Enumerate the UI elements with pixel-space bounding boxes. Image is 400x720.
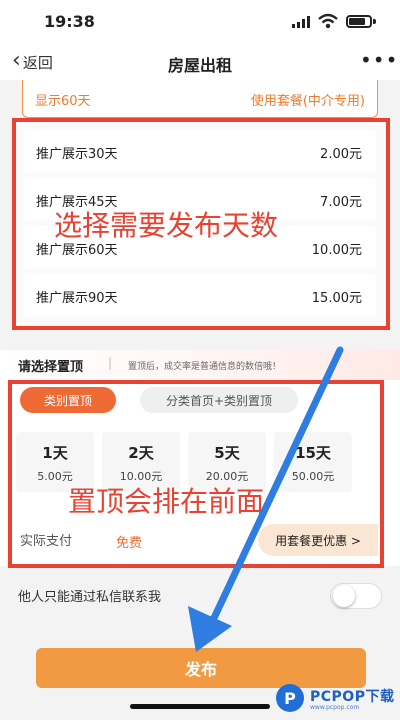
watermark-name: PCPOP下载	[310, 689, 395, 705]
watermark-logo: P	[276, 684, 304, 712]
annotation-arrow-icon	[188, 346, 344, 652]
watermark-url: www.pcpop.com	[310, 704, 360, 711]
